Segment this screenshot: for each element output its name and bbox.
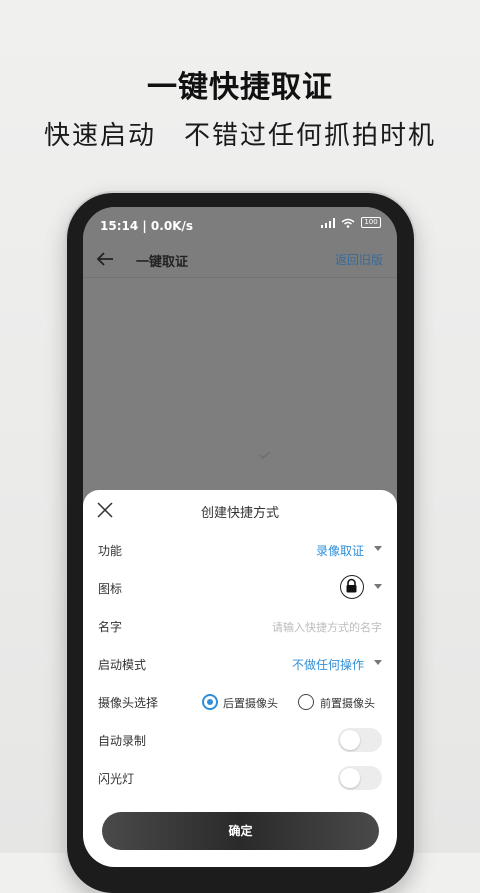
camera-label: 摄像头选择 (98, 696, 159, 710)
function-value[interactable]: 录像取证 (316, 542, 364, 559)
name-label: 名字 (98, 620, 123, 634)
icon-label: 图标 (98, 582, 123, 596)
back-arrow-icon[interactable] (93, 247, 117, 271)
checkmark-icon (259, 451, 271, 459)
status-icons: 100 (321, 217, 381, 228)
confirm-button[interactable]: 确定 (102, 812, 379, 850)
front-camera-radio[interactable] (298, 694, 314, 710)
status-time: 15:14 | 0.0K/s (100, 219, 194, 233)
signal-icon (321, 217, 335, 228)
promo-headline: 一键快捷取证 (147, 70, 333, 105)
flash-toggle[interactable] (338, 766, 382, 790)
function-label: 功能 (98, 544, 123, 558)
function-row[interactable]: 功能 录像取证 (98, 538, 382, 562)
auto-record-toggle[interactable] (338, 728, 382, 752)
phone-screen: 15:14 | 0.0K/s 100 一键取证 返回旧版 创建快捷方式 功能 录… (83, 207, 397, 867)
auto-record-row: 自动录制 (98, 728, 382, 752)
auto-record-label: 自动录制 (98, 734, 147, 748)
chevron-down-icon (374, 660, 382, 665)
name-row: 名字 请输入快捷方式的名字 (98, 614, 382, 638)
name-input[interactable]: 请输入快捷方式的名字 (272, 619, 382, 635)
wifi-icon (341, 218, 355, 228)
flash-label: 闪光灯 (98, 772, 135, 786)
launch-mode-value[interactable]: 不做任何操作 (292, 656, 364, 673)
chevron-down-icon (374, 546, 382, 551)
return-old-version-link[interactable]: 返回旧版 (335, 251, 383, 268)
create-shortcut-sheet: 创建快捷方式 功能 录像取证 图标 名字 请输入快捷方式的名字 启动模式 不做任… (83, 490, 397, 867)
page-title: 一键取证 (136, 255, 189, 270)
camera-row: 摄像头选择 后置摄像头 前置摄像头 (98, 690, 382, 714)
launch-mode-row[interactable]: 启动模式 不做任何操作 (98, 652, 382, 676)
icon-row[interactable]: 图标 (98, 575, 382, 600)
app-bar: 一键取证 返回旧版 (83, 241, 397, 278)
lock-icon[interactable] (340, 575, 364, 599)
sheet-title: 创建快捷方式 (200, 506, 279, 521)
rear-camera-radio[interactable] (202, 694, 218, 710)
status-bar: 15:14 | 0.0K/s 100 (83, 207, 397, 241)
launch-mode-label: 启动模式 (98, 658, 147, 672)
promo-subline: 快速启动 不错过任何抓拍时机 (43, 121, 436, 151)
chevron-down-icon (374, 584, 382, 589)
flash-row: 闪光灯 (98, 766, 382, 790)
front-camera-label[interactable]: 前置摄像头 (320, 695, 375, 711)
battery-icon: 100 (361, 217, 381, 228)
rear-camera-label[interactable]: 后置摄像头 (223, 695, 278, 711)
